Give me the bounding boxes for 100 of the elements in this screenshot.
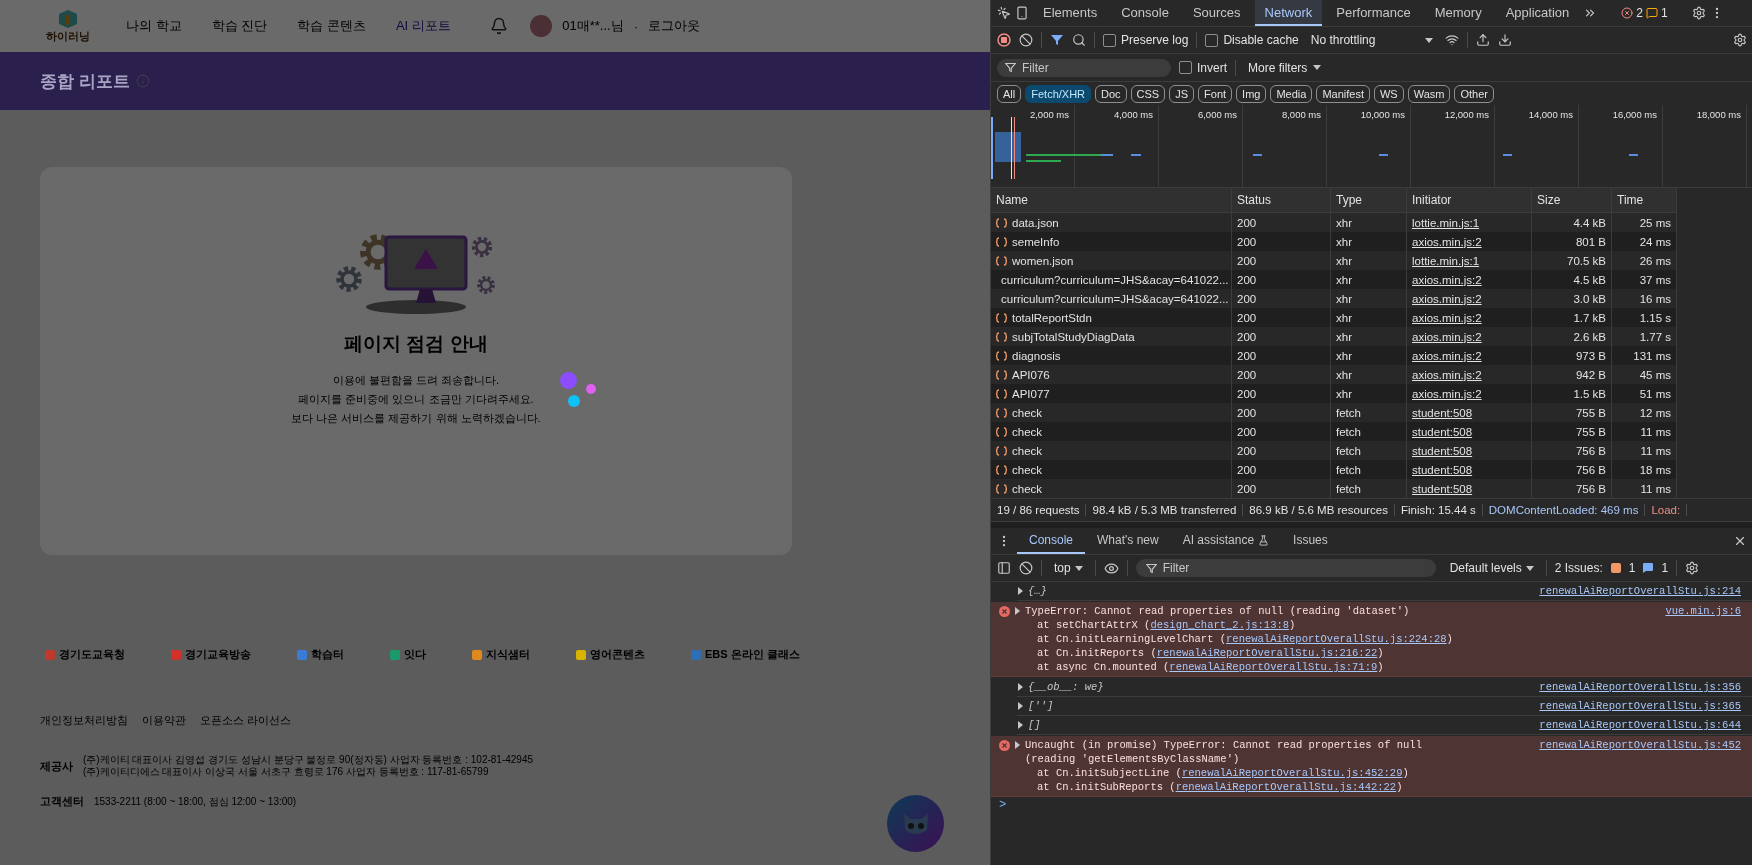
source-link[interactable]: vue.min.js:6 (1665, 604, 1741, 618)
column-header[interactable]: Initiator (1407, 188, 1532, 213)
source-link[interactable]: renewalAiReportOverallStu.js:214 (1539, 584, 1741, 598)
request-name[interactable]: semeInfo (1012, 235, 1060, 248)
console-prompt[interactable]: > (991, 798, 1007, 812)
panel-tab[interactable]: Memory (1424, 0, 1492, 26)
nav-link[interactable]: 나의 학교 (126, 17, 182, 35)
inspect-icon[interactable] (997, 6, 1011, 20)
source-link[interactable]: renewalAiReportOverallStu.js:442:22 (1175, 781, 1397, 793)
expand-triangle-icon[interactable] (1017, 683, 1024, 691)
type-filter-chip[interactable]: Wasm (1407, 84, 1451, 103)
request-name[interactable]: women.json (1012, 254, 1074, 267)
request-name[interactable]: data.json (1012, 216, 1059, 229)
settings-icon[interactable] (1685, 561, 1700, 575)
drawer-tab[interactable]: Issues (1281, 528, 1340, 554)
column-header[interactable]: Name (991, 188, 1232, 213)
context-select[interactable]: top (1050, 561, 1087, 575)
request-name[interactable]: check (1012, 406, 1043, 419)
expand-triangle-icon[interactable] (1017, 587, 1024, 595)
source-link[interactable]: renewalAiReportOverallStu.js:216:22 (1156, 647, 1378, 659)
request-name[interactable]: curriculum?curriculum=JHS&acay=641022... (1001, 292, 1229, 305)
panel-tab[interactable]: Network (1254, 0, 1323, 26)
drawer-tab[interactable]: What's new (1085, 528, 1171, 554)
issue-count[interactable]: 1 (1661, 561, 1669, 575)
sidebar-toggle-icon[interactable] (997, 561, 1011, 575)
type-filter-chip[interactable]: Img (1236, 84, 1267, 103)
logout-link[interactable]: 로그아웃 (648, 17, 700, 35)
source-link[interactable]: renewalAiReportOverallStu.js:71:9 (1169, 661, 1378, 673)
type-filter-chip[interactable]: CSS (1130, 84, 1166, 103)
clear-icon[interactable] (1019, 33, 1033, 47)
filter-icon[interactable] (1050, 33, 1064, 47)
record-stop-icon[interactable] (997, 33, 1011, 47)
request-name[interactable]: subjTotalStudyDiagData (1012, 330, 1135, 343)
initiator-link[interactable]: axios.min.js:2 (1412, 368, 1482, 381)
nav-link[interactable]: 학습 콘텐츠 (297, 17, 366, 35)
settings-icon[interactable] (1691, 6, 1706, 20)
type-filter-chip[interactable]: Media (1270, 84, 1313, 103)
column-header[interactable]: Time (1612, 188, 1677, 213)
log-message[interactable]: [] (1028, 719, 1041, 731)
initiator-link[interactable]: axios.min.js:2 (1412, 292, 1482, 305)
expand-triangle-icon[interactable] (1014, 741, 1021, 749)
source-link[interactable]: renewalAiReportOverallStu.js:452:29 (1181, 767, 1403, 779)
expand-triangle-icon[interactable] (1014, 607, 1021, 615)
log-message[interactable]: {__ob__: we} (1028, 681, 1104, 693)
checkbox[interactable]: Disable cache (1205, 33, 1299, 47)
column-header[interactable]: Type (1331, 188, 1407, 213)
source-link[interactable]: renewalAiReportOverallStu.js:452 (1539, 738, 1741, 752)
wifi-settings-icon[interactable] (1445, 33, 1460, 47)
console-filter-input[interactable]: Filter (1162, 561, 1403, 575)
type-filter-chip[interactable]: Fetch/XHR (1025, 84, 1092, 103)
source-link[interactable]: design_chart_2.js:13:8 (1150, 619, 1290, 631)
device-toolbar-icon[interactable] (1015, 6, 1029, 20)
expand-triangle-icon[interactable] (1017, 702, 1024, 710)
source-link[interactable]: renewalAiReportOverallStu.js:644 (1539, 718, 1741, 732)
warning-count[interactable]: 1 (1660, 6, 1668, 20)
type-filter-chip[interactable]: Other (1454, 84, 1494, 103)
type-filter-chip[interactable]: WS (1373, 84, 1404, 103)
more-filters-button[interactable]: More filters (1244, 60, 1326, 75)
checkbox[interactable]: Preserve log (1103, 33, 1189, 47)
bell-icon[interactable] (490, 17, 509, 35)
log-message[interactable]: [''] (1028, 700, 1054, 712)
search-icon[interactable] (1072, 33, 1086, 47)
source-link[interactable]: renewalAiReportOverallStu.js:365 (1539, 699, 1741, 713)
expand-triangle-icon[interactable] (1017, 721, 1024, 729)
drawer-tab[interactable]: Console (1017, 528, 1086, 554)
type-filter-chip[interactable]: All (997, 84, 1022, 103)
source-link[interactable]: renewalAiReportOverallStu.js:356 (1539, 680, 1741, 694)
column-header[interactable]: Status (1232, 188, 1331, 213)
panel-tab[interactable]: Application (1495, 0, 1580, 26)
nav-link[interactable]: 학습 진단 (211, 17, 268, 35)
panel-tab[interactable]: Sources (1182, 0, 1251, 26)
request-name[interactable]: check (1012, 425, 1043, 438)
type-filter-chip[interactable]: Manifest (1316, 84, 1370, 103)
request-name[interactable]: API077 (1012, 387, 1050, 400)
type-filter-chip[interactable]: Font (1198, 84, 1233, 103)
type-filter-chip[interactable]: JS (1169, 84, 1195, 103)
throttling-select[interactable]: No throttling (1306, 33, 1438, 47)
source-link[interactable]: renewalAiReportOverallStu.js:224:28 (1226, 633, 1447, 645)
levels-select[interactable]: Default levels (1445, 561, 1538, 575)
panel-tab[interactable]: Elements (1033, 0, 1108, 26)
panel-tab[interactable]: Performance (1326, 0, 1421, 26)
checkbox[interactable]: Invert (1179, 60, 1227, 75)
type-filter-chip[interactable]: Doc (1095, 84, 1127, 103)
error-count[interactable]: 2 (1636, 6, 1643, 20)
initiator-link[interactable]: student:508 (1412, 482, 1473, 495)
log-message[interactable]: {…} (1028, 585, 1047, 597)
request-name[interactable]: check (1012, 444, 1043, 457)
close-icon[interactable] (1733, 534, 1747, 548)
drawer-tab[interactable]: AI assistance (1170, 528, 1282, 554)
settings-icon[interactable] (1733, 33, 1747, 47)
request-name[interactable]: diagnosis (1012, 349, 1061, 362)
issue-count[interactable]: 1 (1628, 561, 1636, 575)
clear-icon[interactable] (1019, 561, 1033, 575)
filter-input[interactable]: Filter (1022, 60, 1142, 75)
eye-icon[interactable] (1103, 560, 1119, 576)
filter-field[interactable]: Filter (997, 58, 1171, 77)
request-name[interactable]: check (1012, 482, 1043, 495)
download-icon[interactable] (1498, 33, 1513, 47)
console-filter-field[interactable]: Filter (1135, 559, 1436, 577)
request-name[interactable]: check (1012, 463, 1043, 476)
